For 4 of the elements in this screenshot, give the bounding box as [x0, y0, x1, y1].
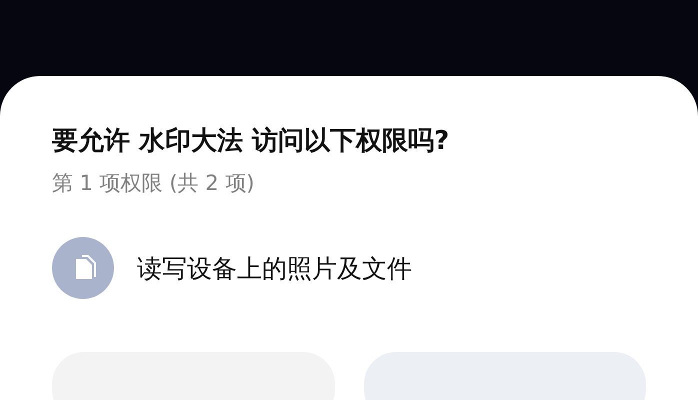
permission-label: 读写设备上的照片及文件: [137, 252, 412, 285]
file-icon: [52, 237, 114, 300]
dialog-title: 要允许 水印大法 访问以下权限吗?: [52, 126, 450, 158]
dialog-subtitle: 第 1 项权限 (共 2 项): [52, 170, 256, 198]
